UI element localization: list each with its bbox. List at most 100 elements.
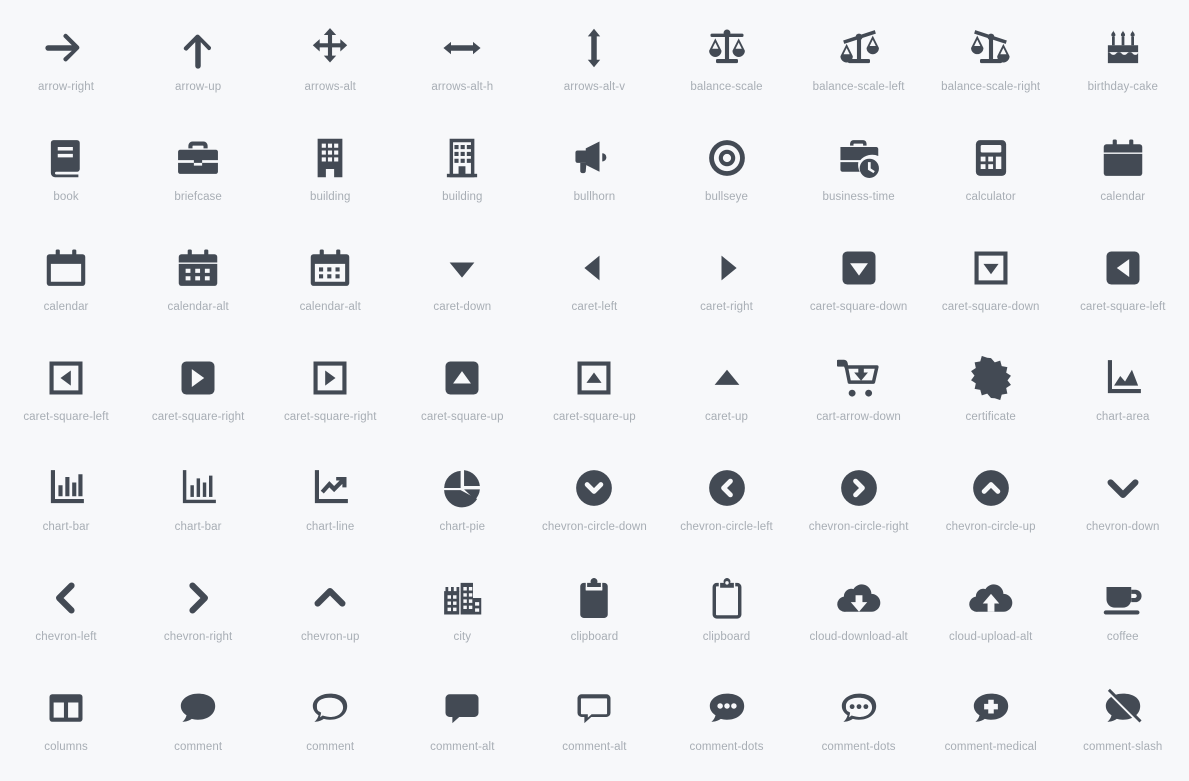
- icon-cell[interactable]: comment-dots: [793, 666, 925, 776]
- icon-label: caret-square-down: [809, 301, 908, 313]
- icon-cell[interactable]: calendar: [0, 226, 132, 336]
- icon-cell[interactable]: building: [264, 116, 396, 226]
- icon-label: caret-square-down: [941, 301, 1040, 313]
- icon-cell[interactable]: book: [0, 116, 132, 226]
- icon-cell[interactable]: caret-square-down: [793, 226, 925, 336]
- icon-cell[interactable]: briefcase: [132, 116, 264, 226]
- icon-cell[interactable]: caret-square-up: [528, 336, 660, 446]
- icon-cell[interactable]: city: [396, 556, 528, 666]
- icon-cell[interactable]: caret-square-left: [1057, 226, 1189, 336]
- clipboard-icon: [705, 570, 749, 626]
- icon-cell[interactable]: comment-slash: [1057, 666, 1189, 776]
- icon-cell[interactable]: arrow-up: [132, 6, 264, 116]
- comment-slash-icon: [1101, 680, 1145, 736]
- icon-cell[interactable]: caret-square-left: [0, 336, 132, 446]
- icon-cell[interactable]: caret-square-up: [396, 336, 528, 446]
- arrows-alt-h-icon: [440, 20, 484, 76]
- icon-cell[interactable]: chart-pie: [396, 446, 528, 556]
- icon-label: caret-down: [433, 301, 492, 313]
- icon-cell[interactable]: comment-alt: [528, 666, 660, 776]
- caret-right-icon: [705, 240, 749, 296]
- chart-line-icon: [308, 460, 352, 516]
- icon-cell[interactable]: bullseye: [660, 116, 792, 226]
- balance-scale-right-icon: [969, 20, 1013, 76]
- briefcase-icon: [176, 130, 220, 186]
- icon-cell[interactable]: chevron-right: [132, 556, 264, 666]
- icon-cell[interactable]: chevron-circle-left: [660, 446, 792, 556]
- icon-cell[interactable]: columns: [0, 666, 132, 776]
- icon-cell[interactable]: certificate: [925, 336, 1057, 446]
- icon-label: chart-pie: [439, 521, 486, 533]
- icon-cell[interactable]: bullhorn: [528, 116, 660, 226]
- city-icon: [440, 570, 484, 626]
- icon-cell[interactable]: comment-medical: [925, 666, 1057, 776]
- icon-cell[interactable]: chevron-left: [0, 556, 132, 666]
- icon-cell[interactable]: balance-scale: [660, 6, 792, 116]
- chevron-circle-down-icon: [572, 460, 616, 516]
- icon-cell[interactable]: comment-alt: [396, 666, 528, 776]
- icon-cell[interactable]: caret-right: [660, 226, 792, 336]
- icon-cell[interactable]: caret-up: [660, 336, 792, 446]
- caret-square-down-icon: [837, 240, 881, 296]
- calendar-alt-icon: [176, 240, 220, 296]
- icon-label: chevron-circle-up: [945, 521, 1036, 533]
- icon-cell[interactable]: arrows-alt: [264, 6, 396, 116]
- icon-cell[interactable]: chart-bar: [0, 446, 132, 556]
- icon-cell[interactable]: chart-line: [264, 446, 396, 556]
- icon-cell[interactable]: balance-scale-right: [925, 6, 1057, 116]
- icon-cell[interactable]: comment: [264, 666, 396, 776]
- icon-cell[interactable]: arrows-alt-h: [396, 6, 528, 116]
- icon-cell[interactable]: building: [396, 116, 528, 226]
- comment-alt-icon: [572, 680, 616, 736]
- icon-cell[interactable]: calendar: [1057, 116, 1189, 226]
- icon-label: chevron-circle-right: [808, 521, 909, 533]
- icon-cell[interactable]: caret-square-right: [264, 336, 396, 446]
- icon-cell[interactable]: cloud-upload-alt: [925, 556, 1057, 666]
- icon-label: arrows-alt: [304, 81, 356, 93]
- icon-cell[interactable]: cart-arrow-down: [793, 336, 925, 446]
- arrows-alt-v-icon: [572, 20, 616, 76]
- icon-cell[interactable]: caret-square-down: [925, 226, 1057, 336]
- icon-cell[interactable]: chevron-circle-down: [528, 446, 660, 556]
- icon-cell[interactable]: chart-area: [1057, 336, 1189, 446]
- icon-cell[interactable]: caret-left: [528, 226, 660, 336]
- icon-label: certificate: [965, 411, 1016, 423]
- icon-label: comment: [174, 741, 223, 753]
- icon-label: arrow-up: [175, 81, 222, 93]
- icon-cell[interactable]: chart-bar: [132, 446, 264, 556]
- icon-cell[interactable]: calculator: [925, 116, 1057, 226]
- icon-label: balance-scale: [690, 81, 763, 93]
- arrows-alt-icon: [308, 20, 352, 76]
- icon-cell[interactable]: chevron-circle-up: [925, 446, 1057, 556]
- arrow-up-icon: [176, 20, 220, 76]
- caret-left-icon: [572, 240, 616, 296]
- chart-area-icon: [1101, 350, 1145, 406]
- icon-cell[interactable]: cloud-download-alt: [793, 556, 925, 666]
- icon-label: chart-bar: [174, 521, 222, 533]
- caret-square-up-icon: [440, 350, 484, 406]
- icon-cell[interactable]: comment: [132, 666, 264, 776]
- icon-cell[interactable]: birthday-cake: [1057, 6, 1189, 116]
- icon-label: comment-medical: [944, 741, 1037, 753]
- icon-cell[interactable]: arrow-right: [0, 6, 132, 116]
- icon-cell[interactable]: chevron-circle-right: [793, 446, 925, 556]
- icon-cell[interactable]: clipboard: [528, 556, 660, 666]
- icon-label: building: [310, 191, 351, 203]
- icon-label: clipboard: [702, 631, 751, 643]
- icon-cell[interactable]: chevron-down: [1057, 446, 1189, 556]
- icon-cell[interactable]: balance-scale-left: [793, 6, 925, 116]
- icon-cell[interactable]: business-time: [793, 116, 925, 226]
- icon-cell[interactable]: comment-dots: [660, 666, 792, 776]
- icon-cell[interactable]: arrows-alt-v: [528, 6, 660, 116]
- icon-label: caret-square-up: [553, 411, 636, 423]
- icon-cell[interactable]: calendar-alt: [264, 226, 396, 336]
- icon-label: bullseye: [705, 191, 749, 203]
- icon-cell[interactable]: coffee: [1057, 556, 1189, 666]
- caret-square-right-icon: [176, 350, 220, 406]
- icon-cell[interactable]: caret-square-right: [132, 336, 264, 446]
- icon-cell[interactable]: clipboard: [660, 556, 792, 666]
- icon-label: city: [453, 631, 472, 643]
- icon-cell[interactable]: caret-down: [396, 226, 528, 336]
- icon-cell[interactable]: chevron-up: [264, 556, 396, 666]
- icon-cell[interactable]: calendar-alt: [132, 226, 264, 336]
